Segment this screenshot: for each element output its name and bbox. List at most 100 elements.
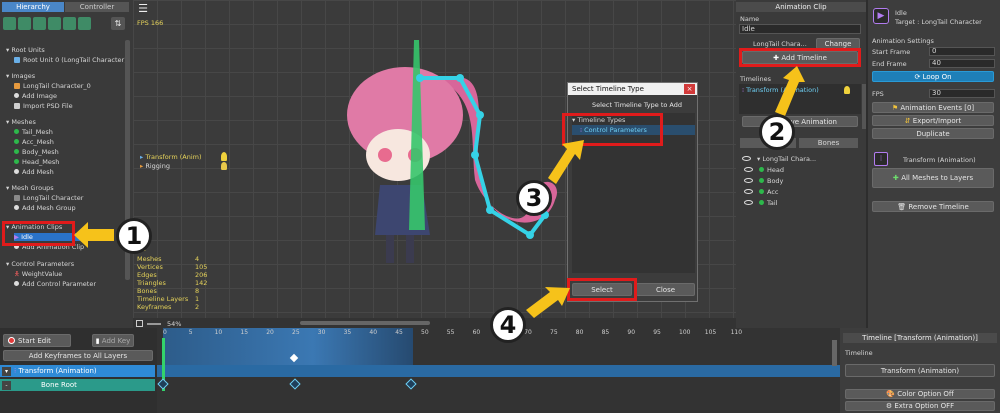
all-meshes-to-layers-button[interactable]: ✚ All Meshes to Layers bbox=[872, 168, 994, 188]
section-meshes[interactable]: ▾ Meshes bbox=[6, 118, 36, 126]
sort-icon[interactable]: ⇅ bbox=[111, 17, 125, 30]
ruler-tick-label: 85 bbox=[601, 329, 610, 336]
timeline-side-label: Timeline bbox=[845, 349, 873, 357]
tree-label: Body bbox=[767, 177, 784, 185]
tab-bones[interactable]: Bones bbox=[799, 138, 858, 148]
callout-4: 4 bbox=[490, 307, 526, 343]
mesh-icon bbox=[14, 159, 19, 164]
timeline-track-row[interactable] bbox=[157, 365, 840, 377]
filter-image-icon[interactable] bbox=[18, 17, 31, 30]
tree-item-weight-value[interactable]: 🯅 WeightValue bbox=[14, 270, 62, 278]
filter-group-icon[interactable] bbox=[48, 17, 61, 30]
stats-list: Meshes 4 Vertices 105 Edges 206 Triangles 14… bbox=[137, 255, 217, 311]
tree-item-import-psd[interactable]: Import PSD File bbox=[14, 102, 73, 110]
collapse-icon[interactable]: - bbox=[2, 381, 11, 390]
button-label: Color Option Off bbox=[897, 390, 954, 398]
eye-icon[interactable] bbox=[744, 178, 753, 183]
row-label: Transform (Animation) bbox=[18, 367, 97, 375]
tree-item-acc-mesh[interactable]: Acc_Mesh bbox=[14, 138, 54, 146]
add-key-button[interactable]: ▮ Add Key bbox=[92, 334, 134, 347]
duplicate-button[interactable]: Duplicate bbox=[872, 128, 994, 139]
tree-item-add-mesh[interactable]: Add Mesh bbox=[14, 168, 54, 176]
overlay-label: Transform (Anim) bbox=[145, 153, 202, 161]
character-viewport-art[interactable] bbox=[330, 30, 570, 275]
arrow-1 bbox=[74, 222, 114, 248]
stat-row: Bones 8 bbox=[137, 287, 217, 295]
stat-row: Keyframes 2 bbox=[137, 303, 217, 311]
close-icon[interactable]: × bbox=[684, 84, 695, 94]
tree-item-acc[interactable]: Acc bbox=[744, 188, 778, 196]
section-control-parameters[interactable]: ▾ Control Parameters bbox=[6, 260, 74, 268]
tree-item-add-mesh-group[interactable]: Add Mesh Group bbox=[14, 204, 76, 212]
field-value: 0 bbox=[932, 47, 937, 55]
eye-icon[interactable] bbox=[744, 189, 753, 194]
tree-item-add-control-param[interactable]: Add Control Parameter bbox=[14, 280, 96, 288]
tree-label: Acc bbox=[767, 188, 779, 196]
section-images[interactable]: ▾ Images bbox=[6, 72, 35, 80]
tree-item-head[interactable]: Head bbox=[744, 166, 784, 174]
extra-option-button[interactable]: ⚙ Extra Option OFF bbox=[845, 401, 995, 411]
timelines-scrollbar[interactable] bbox=[862, 84, 866, 129]
stat-key: Bones bbox=[137, 287, 157, 295]
fps-field[interactable]: 30 bbox=[929, 89, 995, 98]
filter-root-icon[interactable] bbox=[3, 17, 16, 30]
callout-2: 2 bbox=[759, 114, 795, 150]
eye-icon[interactable] bbox=[742, 156, 751, 161]
section-root-units[interactable]: ▾ Root Units bbox=[6, 46, 45, 54]
timeline-row-bone-root[interactable]: - Bone Root bbox=[0, 379, 155, 391]
overlay-rigging: ▸ Rigging bbox=[140, 162, 170, 170]
mesh-icon bbox=[759, 189, 764, 194]
timeline-row-transform[interactable]: ▾ ⁝ Transform (Animation) bbox=[0, 365, 155, 377]
loop-toggle[interactable]: ⟳ Loop On bbox=[872, 71, 994, 82]
highlight-add-timeline bbox=[739, 48, 861, 67]
menu-icon[interactable]: ☰ bbox=[137, 3, 149, 15]
tree-item-body-mesh[interactable]: Body_Mesh bbox=[14, 148, 59, 156]
settings-title: Animation Settings bbox=[872, 37, 934, 45]
tree-item-mesh-group[interactable]: LongTail Character bbox=[14, 194, 83, 202]
name-label: Name bbox=[740, 15, 760, 23]
export-import-button[interactable]: ⇵ Export/Import bbox=[872, 115, 994, 126]
timeline-vscroll[interactable] bbox=[832, 340, 837, 366]
ruler-tick-label: 80 bbox=[575, 329, 584, 336]
tree-label: Add Mesh Group bbox=[22, 204, 76, 212]
tree-root[interactable]: ▾ LongTail Chara... bbox=[742, 155, 816, 163]
arrow-2 bbox=[775, 66, 805, 116]
tab-hierarchy[interactable]: Hierarchy bbox=[2, 2, 64, 12]
viewport-hscroll[interactable] bbox=[300, 321, 430, 325]
loop-icon: ⟳ bbox=[914, 73, 923, 81]
zoom-slider[interactable] bbox=[147, 323, 161, 325]
filter-anim-icon[interactable] bbox=[63, 17, 76, 30]
ruler-tick-label: 110 bbox=[730, 329, 743, 336]
name-field[interactable]: Idle bbox=[739, 24, 861, 34]
eye-icon[interactable] bbox=[744, 167, 753, 172]
tab-controller[interactable]: Controller bbox=[65, 2, 129, 12]
add-icon bbox=[14, 281, 19, 286]
tree-item-tail[interactable]: Tail bbox=[744, 199, 778, 207]
callout-3: 3 bbox=[516, 180, 552, 216]
add-keyframes-all-button[interactable]: Add Keyframes to All Layers bbox=[3, 350, 153, 361]
tree-item-image[interactable]: LongTail Character_0 bbox=[14, 82, 91, 90]
remove-timeline-button[interactable]: 🗑 Remove Timeline bbox=[872, 201, 994, 212]
expand-icon[interactable]: ▾ bbox=[2, 367, 11, 376]
start-frame-field[interactable]: 0 bbox=[929, 47, 995, 56]
end-frame-field[interactable]: 40 bbox=[929, 59, 995, 68]
tree-label: LongTail Character bbox=[23, 194, 84, 202]
filter-param-icon[interactable] bbox=[78, 17, 91, 30]
animation-events-button[interactable]: ⚑ Animation Events [0] bbox=[872, 102, 994, 113]
tree-item-tail-mesh[interactable]: Tail_Mesh bbox=[14, 128, 53, 136]
close-button[interactable]: Close bbox=[636, 283, 695, 296]
tree-item-body[interactable]: Body bbox=[744, 177, 783, 185]
tree-item-add-image[interactable]: Add Image bbox=[14, 92, 57, 100]
color-option-button[interactable]: 🎨 Color Option Off bbox=[845, 389, 995, 399]
fit-icon[interactable] bbox=[136, 320, 143, 327]
filter-mesh-icon[interactable] bbox=[33, 17, 46, 30]
eye-icon[interactable] bbox=[744, 200, 753, 205]
tree-item-root-unit[interactable]: Root Unit 0 (LongTail Character) bbox=[14, 56, 127, 64]
tree-item-head-mesh[interactable]: Head_Mesh bbox=[14, 158, 59, 166]
ruler-tick-label: 95 bbox=[653, 329, 661, 336]
start-edit-button[interactable]: Start Edit bbox=[3, 334, 71, 347]
section-mesh-groups[interactable]: ▾ Mesh Groups bbox=[6, 184, 54, 192]
dialog-subtitle: Select Timeline Type to Add bbox=[592, 101, 682, 109]
tree-label: LongTail Character_0 bbox=[23, 82, 91, 90]
ruler-tick-label: 0 bbox=[163, 329, 167, 336]
